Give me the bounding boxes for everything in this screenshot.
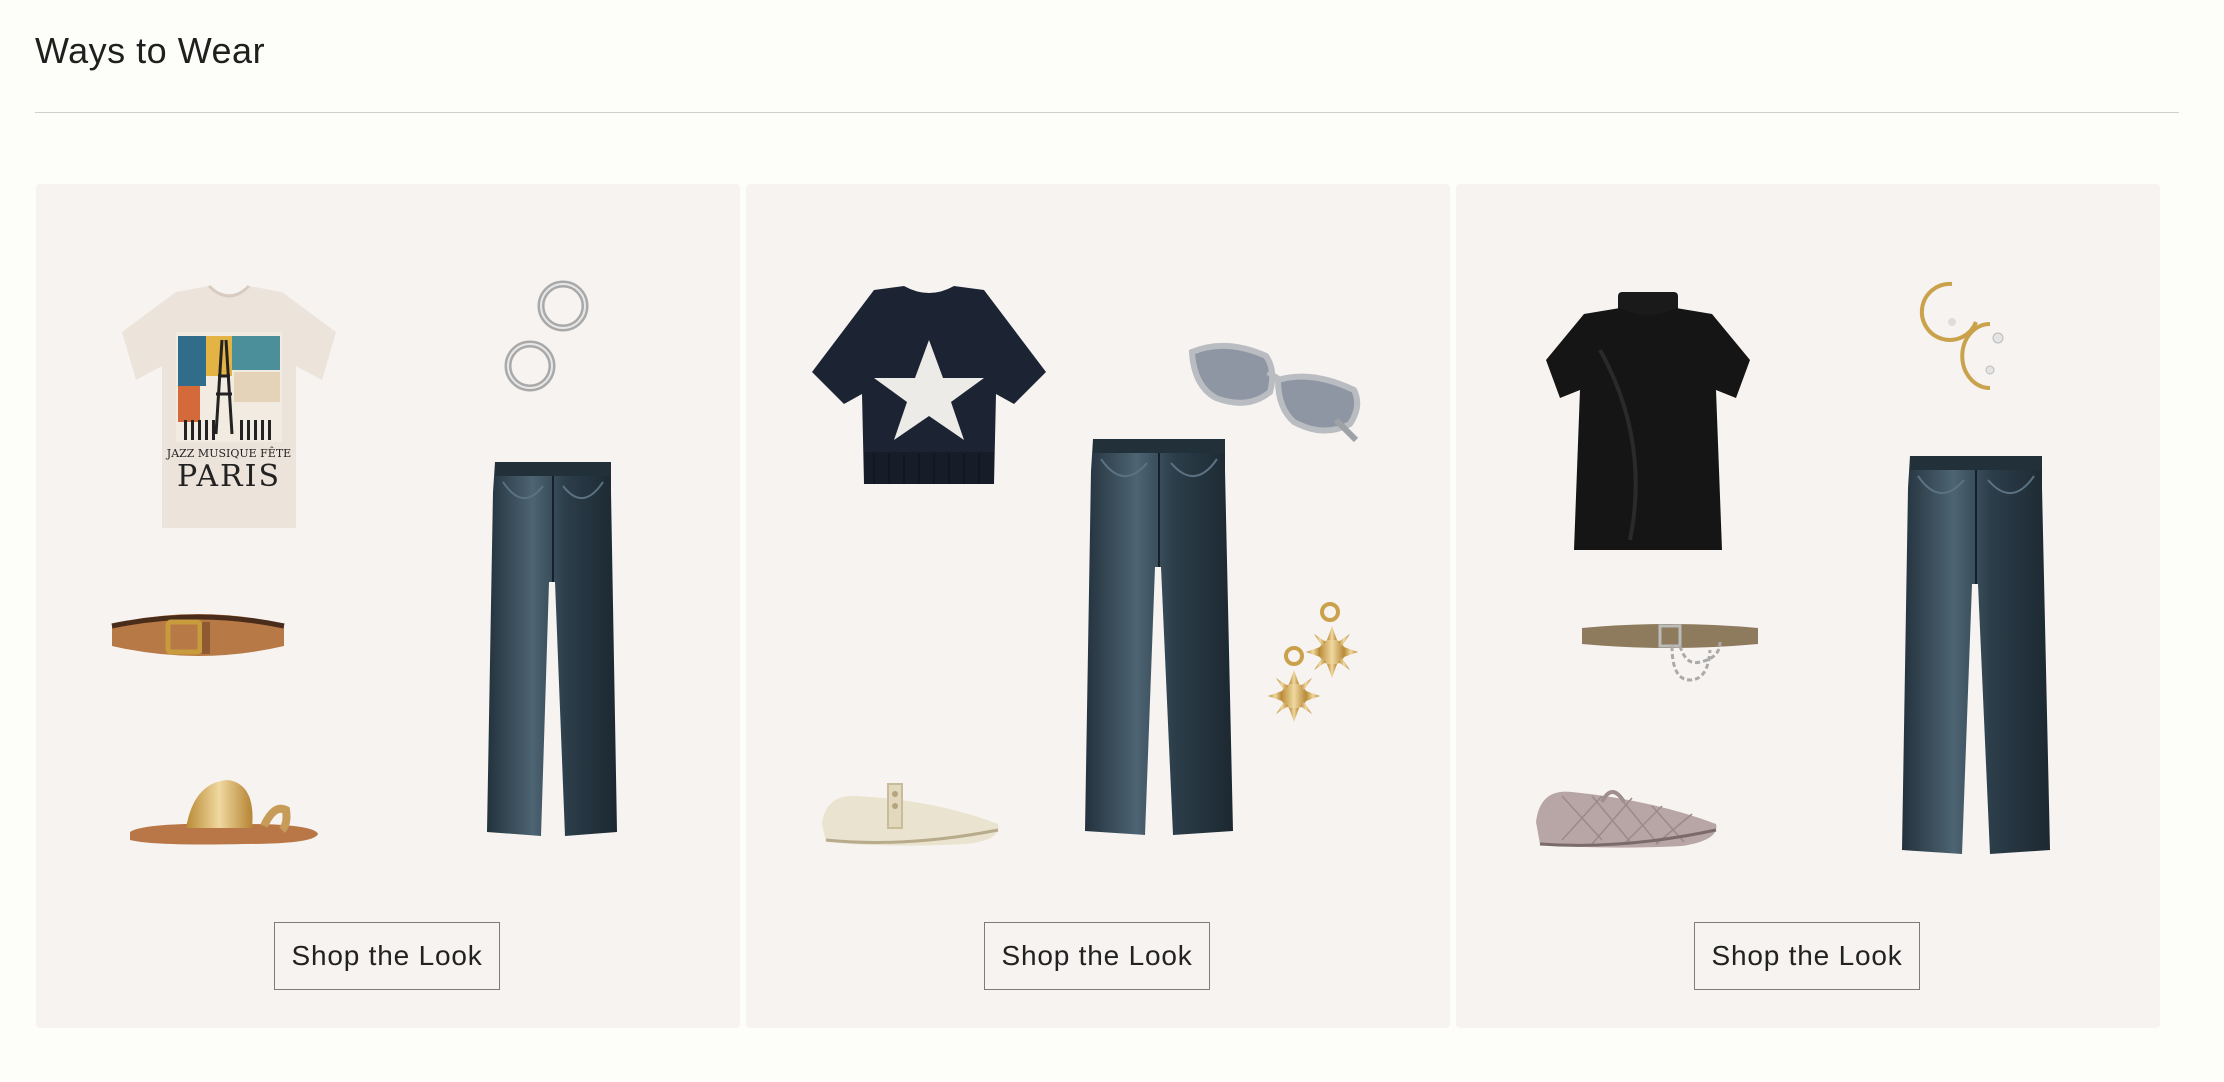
leather-belt-icon[interactable] <box>108 604 288 668</box>
sun-earrings-icon[interactable] <box>1264 594 1364 734</box>
tee-print-line-1: JAZZ MUSIQUE FÊTE <box>166 446 291 460</box>
look-card-2[interactable]: Shop the Look <box>746 184 1450 1028</box>
graphic-tee-icon[interactable]: JAZZ MUSIQUE FÊTE PARIS <box>114 284 344 534</box>
shop-the-look-button-3[interactable]: Shop the Look <box>1694 922 1920 990</box>
gold-hoop-earrings-icon[interactable] <box>1906 278 2026 408</box>
look-card-1[interactable]: JAZZ MUSIQUE FÊTE PARIS Shop the Look <box>36 184 740 1028</box>
black-mock-neck-top-icon[interactable] <box>1540 290 1756 556</box>
shop-the-look-button-1[interactable]: Shop the Look <box>274 922 500 990</box>
hoop-earrings-icon[interactable] <box>496 276 606 406</box>
section-divider <box>35 112 2179 113</box>
chain-belt-icon[interactable] <box>1580 620 1760 690</box>
tee-print-line-2: PARIS <box>177 459 281 494</box>
star-sweater-icon[interactable] <box>804 284 1054 484</box>
look-card-3[interactable]: Shop the Look <box>1456 184 2160 1028</box>
quilted-flat-icon[interactable] <box>1532 778 1722 854</box>
sunglasses-icon[interactable] <box>1186 336 1366 446</box>
flare-jeans-icon[interactable] <box>483 462 623 840</box>
shop-the-look-button-2[interactable]: Shop the Look <box>984 922 1210 990</box>
mary-jane-flat-icon[interactable] <box>816 774 1006 854</box>
section-title: Ways to Wear <box>35 30 266 71</box>
metallic-sandal-icon[interactable] <box>124 774 324 854</box>
flare-jeans-icon[interactable] <box>1896 456 2056 858</box>
flare-jeans-icon[interactable] <box>1079 439 1239 839</box>
